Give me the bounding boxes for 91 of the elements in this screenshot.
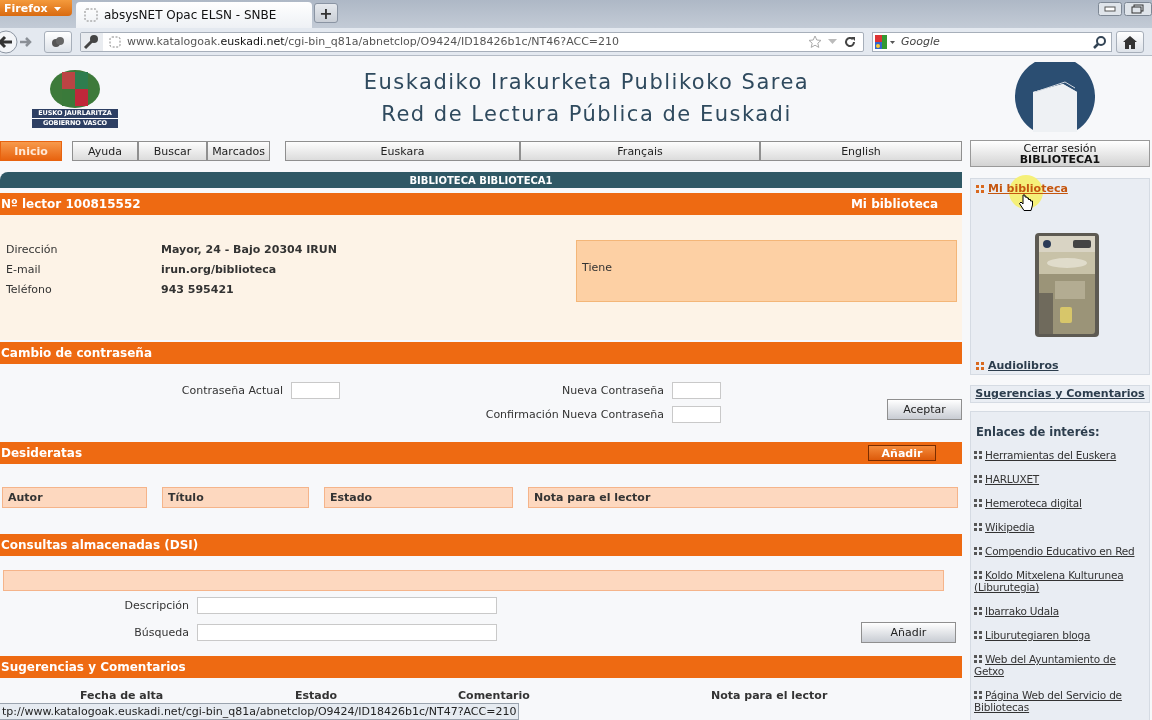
external-link[interactable]: Wikipedia — [974, 521, 1148, 533]
site-title: Euskadiko Irakurketa Publikoko Sarea — [362, 69, 811, 96]
new-tab-button[interactable]: + — [314, 3, 338, 23]
bullet-icon — [974, 475, 982, 483]
bullet-icon — [976, 361, 984, 370]
column-header: Título — [162, 487, 309, 508]
field-label: Búsqueda — [133, 626, 189, 639]
add-button[interactable]: Añadir — [861, 622, 956, 643]
search-placeholder: Google — [901, 35, 941, 48]
reload-icon[interactable] — [843, 34, 857, 49]
library-banner: BIBLIOTECA BIBLIOTECA1 — [0, 172, 962, 188]
bullet-icon — [974, 571, 982, 579]
external-link[interactable]: Liburutegiaren bloga — [974, 629, 1148, 641]
cloud-icon — [50, 35, 66, 48]
home-icon — [1122, 34, 1138, 49]
field-label: Contraseña Actual — [180, 384, 283, 397]
site-title: Red de Lectura Pública de Euskadi — [380, 101, 793, 128]
external-link[interactable]: Ibarrako Udala — [974, 605, 1148, 617]
password-field[interactable] — [291, 382, 340, 399]
notice-box: Tiene — [576, 240, 957, 302]
sidebar-link[interactable]: Audiolibros — [988, 359, 1059, 372]
coat-of-arms-icon — [49, 68, 101, 109]
field-value: Mayor, 24 - Bajo 20304 IRUN — [161, 243, 338, 256]
bullet-icon — [974, 523, 982, 531]
hand-cursor-icon — [1019, 194, 1033, 212]
panel-heading: Enlaces de interés: — [976, 425, 1101, 439]
logout-button[interactable]: Cerrar sesión BIBLIOTECA1 — [970, 140, 1150, 167]
section-title: Nº lector 100815552 — [1, 197, 141, 211]
url-field[interactable]: www.katalogoak.euskadi.net/cgi-bin_q81a/abnetclop/O9424/ID18426b1c/NT46?ACC=210 — [80, 31, 864, 52]
section-title: Desideratas — [1, 446, 83, 460]
field-value: 943 595421 — [161, 283, 235, 296]
bullet-icon — [976, 184, 984, 193]
network-logo-icon — [1015, 62, 1095, 134]
field-label: E-mail — [6, 263, 42, 276]
column-header: Nota para el lector — [711, 689, 829, 702]
status-bar: tp://www.katalogoak.euskadi.net/cgi-bin_q81a/abnetclop/O9424/ID18426b1c/NT47?ACC=210 — [0, 703, 520, 720]
column-header: Fecha de alta — [80, 689, 165, 702]
column-header: Nota para el lector — [528, 487, 958, 508]
field-value: irun.org/biblioteca — [161, 263, 278, 276]
field-label: Nueva Contraseña — [561, 384, 664, 397]
password-field[interactable] — [672, 406, 721, 423]
identity-button[interactable] — [44, 30, 72, 53]
dropdown-arrow-icon — [53, 6, 61, 11]
field-label: Dirección — [6, 243, 59, 256]
section-title: Consultas almacenadas (DSI) — [1, 538, 199, 552]
page-icon — [84, 8, 98, 22]
external-link[interactable]: Web del Ayuntamiento de Getxo — [974, 653, 1148, 677]
search-field[interactable]: Google — [872, 31, 1112, 52]
star-icon[interactable] — [808, 34, 822, 49]
nav-tab[interactable]: Ayuda — [72, 141, 138, 161]
field-label: Descripción — [123, 599, 189, 612]
nav-tab[interactable]: Marcados — [207, 141, 270, 161]
section-title: Sugerencias y Comentarios — [1, 660, 186, 674]
column-header: Comentario — [458, 689, 531, 702]
bullet-icon — [974, 499, 982, 507]
bullet-icon — [974, 547, 982, 555]
field-label: Teléfono — [6, 283, 53, 296]
page-icon — [109, 35, 121, 48]
password-field[interactable] — [672, 382, 721, 399]
browser-tab[interactable]: absysNET Opac ELSN - SNBE — [76, 2, 312, 28]
restore-icon[interactable] — [1124, 2, 1152, 16]
section-title: Cambio de contraseña — [1, 346, 152, 360]
external-link[interactable]: Herramientas del Euskera — [974, 449, 1148, 461]
suggestions-link[interactable]: Sugerencias y Comentarios — [970, 385, 1150, 403]
bullet-icon — [974, 607, 982, 615]
column-header: Autor — [2, 487, 147, 508]
bullet-icon — [974, 451, 982, 459]
language-button[interactable]: English — [760, 141, 962, 161]
language-button[interactable]: Euskara — [285, 141, 520, 161]
dropdown-arrow-icon[interactable] — [828, 39, 837, 44]
key-icon — [81, 32, 103, 51]
search-engine-icon[interactable] — [873, 33, 897, 50]
text-field[interactable] — [197, 597, 497, 614]
external-link[interactable]: Página Web del Servicio de Bibliotecas — [974, 689, 1148, 713]
column-header: Estado — [295, 689, 339, 702]
external-link[interactable]: HARLUXET — [974, 473, 1148, 485]
minimize-icon[interactable] — [1098, 2, 1122, 16]
nav-tab[interactable]: Buscar — [138, 141, 207, 161]
accept-button[interactable]: Aceptar — [887, 399, 962, 420]
text-field[interactable] — [197, 624, 497, 641]
language-button[interactable]: Français — [520, 141, 760, 161]
search-icon[interactable] — [1093, 34, 1107, 49]
bullet-icon — [974, 691, 982, 699]
external-link[interactable]: Hemeroteca digital — [974, 497, 1148, 509]
column-header: Estado — [324, 487, 513, 508]
external-link[interactable]: Compendio Educativo en Red — [974, 545, 1148, 557]
external-link[interactable]: Koldo Mitxelena Kulturunea (Liburutegia) — [974, 569, 1148, 593]
home-button[interactable] — [1116, 30, 1144, 53]
bullet-icon — [974, 655, 982, 663]
field-label: Confirmación Nueva Contraseña — [484, 408, 664, 421]
bullet-icon — [974, 631, 982, 639]
